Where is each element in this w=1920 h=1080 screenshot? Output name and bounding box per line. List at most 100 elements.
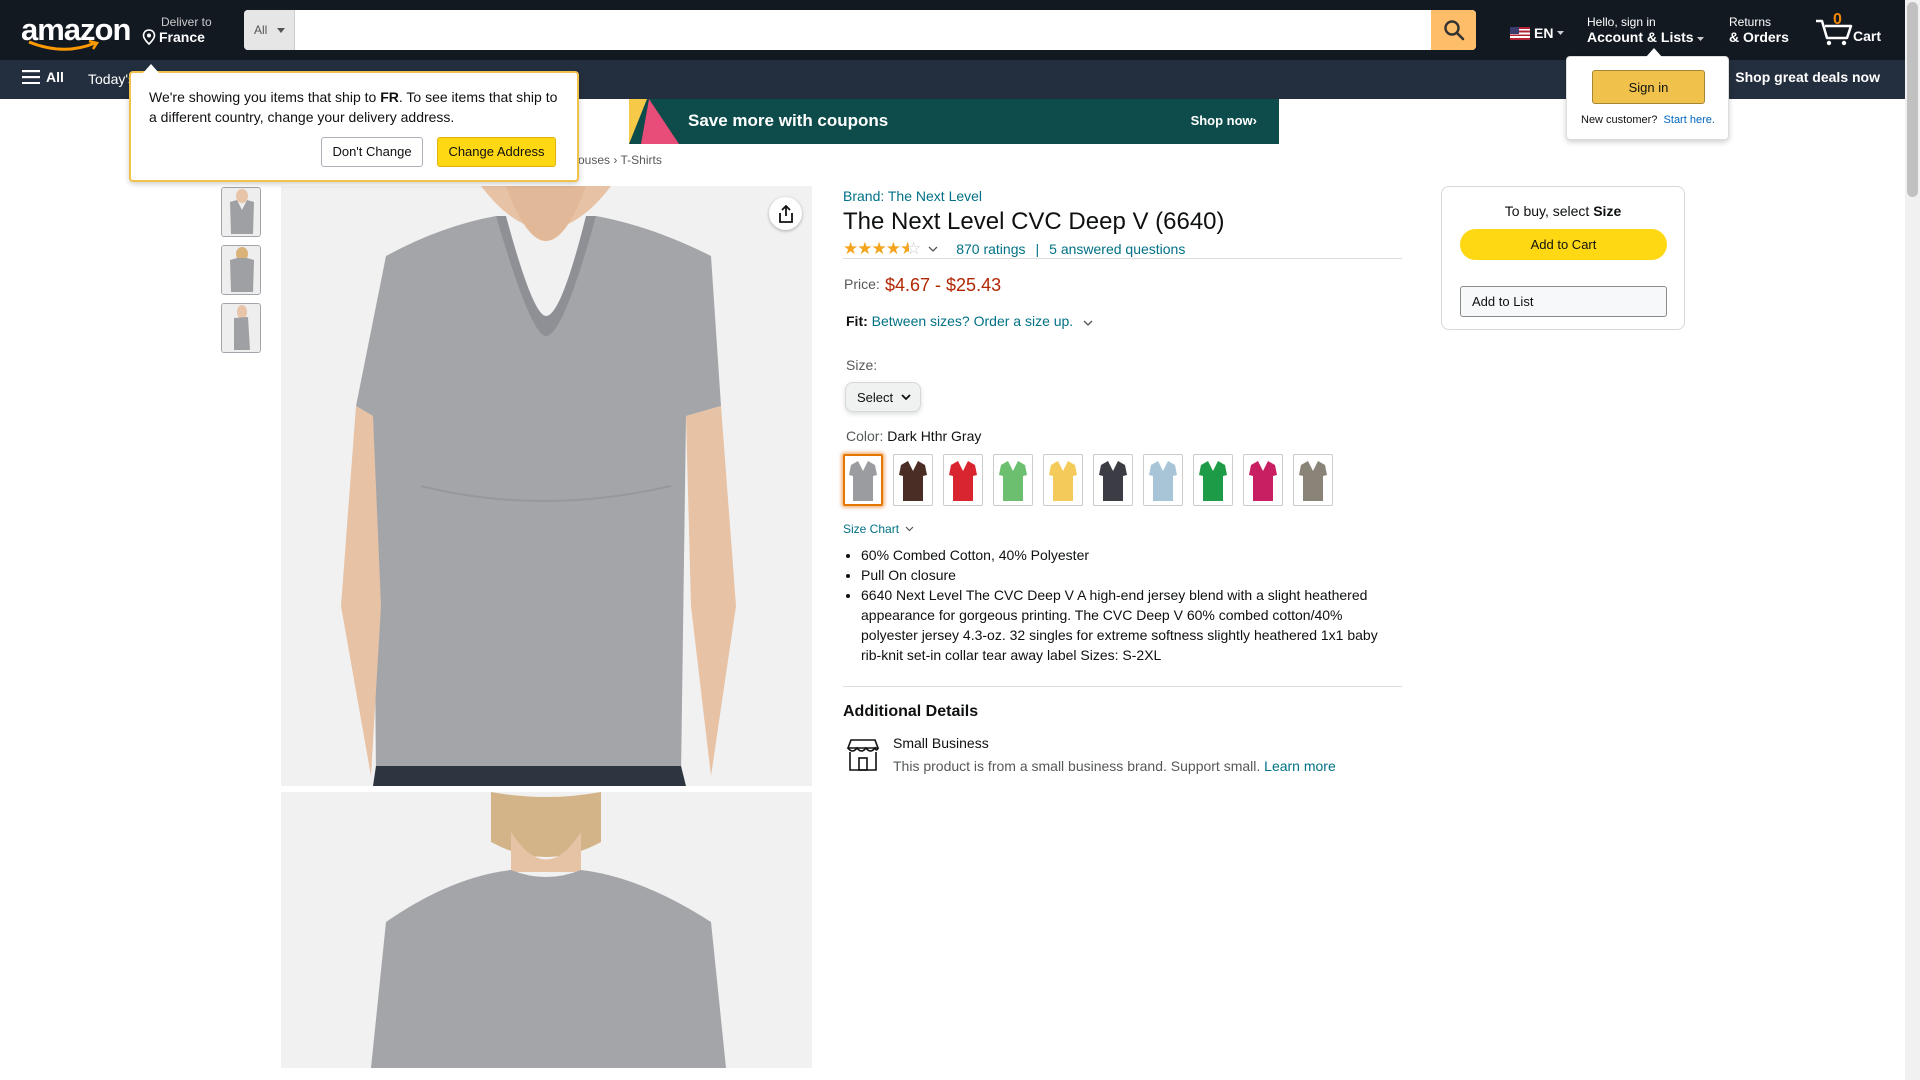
search-icon: [1443, 20, 1464, 41]
sign-in-flyout: Sign in New customer? Start here.: [1566, 48, 1729, 140]
small-business-title: Small Business: [893, 735, 989, 751]
language-selector[interactable]: EN: [1510, 25, 1565, 41]
ship-to-popover: We're showing you items that ship to FR.…: [129, 64, 579, 182]
rating-row: ★★★★★☆ 870 ratings | 5 answered question…: [843, 239, 1185, 259]
deliver-to[interactable]: Deliver to France: [142, 15, 212, 45]
tshirt-swatch-icon: [1299, 461, 1327, 501]
tshirt-swatch-icon: [1249, 461, 1277, 501]
color-swatch[interactable]: [1243, 454, 1283, 506]
color-swatch[interactable]: [843, 454, 883, 506]
color-swatch[interactable]: [1293, 454, 1333, 506]
change-address-button[interactable]: Change Address: [437, 137, 556, 167]
feature-bullet: 6640 Next Level The CVC Deep V A high-en…: [861, 585, 1401, 665]
tshirt-swatch-icon: [1149, 461, 1177, 501]
divider: [843, 686, 1402, 687]
tshirt-swatch-icon: [999, 461, 1027, 501]
cart-button[interactable]: 0 Cart: [1813, 10, 1883, 50]
chevron-down-icon: [901, 393, 911, 400]
account-greeting: Hello, sign in: [1587, 15, 1656, 29]
share-button[interactable]: [769, 197, 802, 230]
language-label: EN: [1534, 25, 1554, 41]
fit-advice-link[interactable]: Between sizes? Order a size up.: [872, 313, 1074, 329]
fit-label: Fit:: [846, 313, 868, 329]
tshirt-side-thumbnail: [222, 304, 260, 352]
product-secondary-image[interactable]: [281, 792, 812, 1068]
new-customer-row: New customer? Start here.: [1581, 114, 1715, 126]
tshirt-swatch-icon: [849, 461, 877, 501]
dropdown-caret-icon: [277, 27, 286, 33]
color-swatch[interactable]: [1043, 454, 1083, 506]
search-category-dropdown[interactable]: All: [244, 10, 295, 50]
dropdown-caret-icon: [1557, 30, 1565, 35]
learn-more-link[interactable]: Learn more: [1264, 758, 1336, 774]
chevron-down-icon: [905, 526, 914, 532]
new-customer-label: New customer?: [1581, 114, 1658, 126]
sign-in-button[interactable]: Sign in: [1592, 70, 1705, 104]
popover-arrow: [1646, 48, 1662, 57]
tshirt-swatch-icon: [949, 461, 977, 501]
share-icon: [778, 204, 793, 223]
start-here-link[interactable]: Start here.: [1664, 114, 1715, 126]
tshirt-back-thumbnail: [222, 246, 260, 294]
popover-arrow: [143, 64, 159, 73]
coupon-banner[interactable]: Save more with coupons Shop now›: [629, 99, 1279, 144]
price-label: Price:: [844, 276, 880, 292]
thumbnail-back[interactable]: [221, 245, 261, 295]
color-swatch[interactable]: [943, 454, 983, 506]
amazon-smile-icon: [28, 40, 100, 51]
location-pin-icon: [142, 29, 156, 45]
add-to-list-button[interactable]: Add to List: [1460, 286, 1667, 317]
product-main-image[interactable]: [281, 186, 812, 786]
search-input[interactable]: [295, 10, 1431, 50]
color-swatch[interactable]: [893, 454, 933, 506]
tshirt-swatch-icon: [899, 461, 927, 501]
banner-decoration: [641, 99, 679, 144]
to-buy-size: Size: [1593, 203, 1622, 219]
dont-change-button[interactable]: Don't Change: [321, 137, 423, 167]
small-business-text: This product is from a small business br…: [893, 758, 1261, 774]
cart-count: 0: [1833, 11, 1842, 28]
add-to-cart-button[interactable]: Add to Cart: [1460, 229, 1667, 260]
page-scrollbar-thumb[interactable]: [1907, 2, 1918, 197]
color-swatches: [843, 454, 1333, 506]
color-value: Dark Hthr Gray: [887, 428, 982, 444]
answered-questions-link[interactable]: 5 answered questions: [1049, 241, 1185, 257]
size-dropdown-value: Select: [857, 389, 894, 405]
all-menu-button[interactable]: All: [22, 69, 64, 85]
thumbnail-front[interactable]: [221, 187, 261, 237]
chevron-down-icon[interactable]: [928, 246, 938, 252]
color-swatch[interactable]: [993, 454, 1033, 506]
color-swatch[interactable]: [1143, 454, 1183, 506]
dropdown-caret-icon: [1697, 37, 1705, 41]
size-chart-link[interactable]: Size Chart: [843, 522, 914, 536]
todays-deals-link[interactable]: Today's: [88, 71, 135, 87]
ratings-count-link[interactable]: 870 ratings: [956, 241, 1025, 257]
deliver-to-label: Deliver to: [161, 15, 212, 29]
brand-link[interactable]: Brand: The Next Level: [843, 188, 982, 204]
account-lists-label: Account & Lists: [1587, 29, 1694, 45]
to-buy-text: To buy, select: [1504, 203, 1594, 219]
small-business-store-icon: [846, 739, 880, 771]
divider: [843, 258, 1402, 259]
tshirt-swatch-icon: [1099, 461, 1127, 501]
all-menu-label: All: [46, 69, 64, 85]
breadcrumb-separator: ›: [613, 153, 618, 167]
size-label: Size:: [846, 357, 878, 373]
cart-label: Cart: [1853, 28, 1882, 44]
chevron-down-icon[interactable]: [1083, 320, 1093, 326]
breadcrumb-item[interactable]: ouses: [578, 153, 610, 167]
additional-details-heading: Additional Details: [843, 703, 979, 720]
size-dropdown[interactable]: Select: [845, 382, 921, 412]
account-and-lists[interactable]: Hello, sign in Account & Lists: [1587, 15, 1705, 45]
shop-great-deals-link[interactable]: Shop great deals now: [1735, 69, 1880, 85]
star-rating-icon[interactable]: ★★★★★☆: [843, 239, 921, 259]
color-swatch[interactable]: [1193, 454, 1233, 506]
breadcrumb-item[interactable]: T-Shirts: [621, 153, 662, 167]
color-swatch[interactable]: [1093, 454, 1133, 506]
returns-label: Returns: [1729, 15, 1772, 29]
color-label: Color:: [846, 428, 884, 444]
feature-bullet: 60% Combed Cotton, 40% Polyester: [861, 545, 1401, 565]
returns-and-orders[interactable]: Returns & Orders: [1729, 15, 1789, 45]
thumbnail-side[interactable]: [221, 303, 261, 353]
search-button[interactable]: [1431, 10, 1476, 50]
